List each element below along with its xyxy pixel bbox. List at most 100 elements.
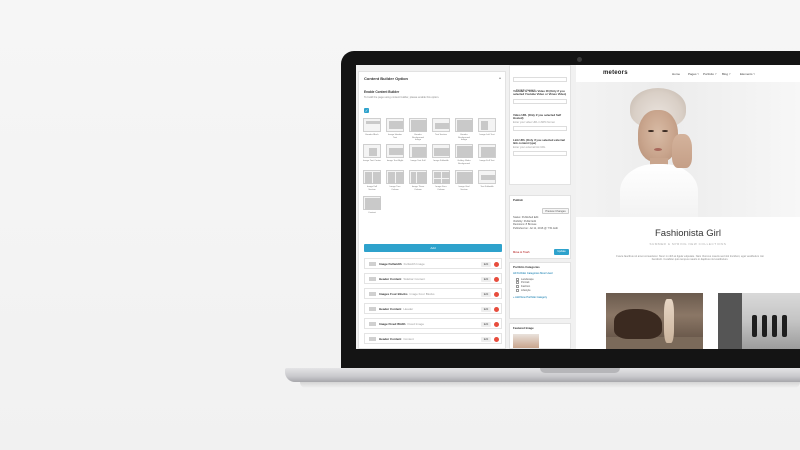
layout-block	[442, 178, 450, 184]
hero-dress	[620, 164, 698, 217]
layout-option[interactable]: Image Four Column	[432, 170, 450, 191]
category-checkbox[interactable]	[516, 288, 519, 292]
row-name: Image Fixed Width Fixed Image	[379, 322, 424, 326]
row-drag-icon[interactable]	[369, 307, 376, 311]
builder-row[interactable]: Image Fullwidth Fullwidth Image Edit	[364, 258, 502, 269]
row-delete-icon[interactable]	[494, 337, 499, 342]
nav-item[interactable]: Home	[672, 72, 680, 76]
category-checkbox[interactable]	[516, 277, 519, 281]
row-name: Image Fullwidth Fullwidth Image	[379, 262, 425, 266]
layout-option[interactable]: Image Header Text	[386, 118, 404, 139]
layout-thumbnail	[386, 144, 404, 158]
layout-block	[422, 172, 427, 184]
move-to-trash-link[interactable]: Move to Trash	[513, 251, 529, 254]
layout-thumbnail	[432, 170, 450, 184]
layout-option[interactable]: Content	[363, 196, 381, 215]
builder-row[interactable]: Images Four Blocks Image Four Blocks Edit	[364, 288, 502, 299]
layout-label: Content	[368, 212, 376, 214]
layout-label: Image Fullwidth	[433, 160, 449, 162]
featured-thumbnail[interactable]	[513, 334, 539, 349]
collapse-arrow-icon[interactable]: ▴	[499, 75, 501, 80]
layout-label: Image Header Text	[388, 134, 402, 139]
layout-option[interactable]: Header Block	[363, 118, 381, 137]
add-button[interactable]: Add	[364, 244, 502, 252]
layout-thumbnail	[455, 144, 473, 158]
layout-option[interactable]: Header Background Image	[409, 118, 427, 142]
camera-icon	[577, 57, 582, 62]
builder-row[interactable]: Header Content Content Edit	[364, 333, 502, 344]
row-delete-icon[interactable]	[494, 307, 499, 312]
layout-option[interactable]: Text Fullwidth	[478, 170, 496, 189]
layout-option[interactable]: Text Section	[432, 118, 450, 137]
nav-item[interactable]: Blog ˅	[722, 72, 731, 76]
layout-option[interactable]: Image Text Center	[363, 144, 381, 163]
layout-thumbnail	[455, 118, 473, 132]
add-category-link[interactable]: + Add New Portfolio Category	[513, 296, 567, 299]
layout-block	[388, 172, 395, 184]
update-button[interactable]: Update	[554, 249, 569, 255]
row-sub: Fullwidth Image	[403, 262, 425, 266]
layout-thumbnail	[363, 170, 381, 184]
layout-option[interactable]: Image Full Section	[363, 170, 381, 191]
enable-hint: To build the page using content builder,…	[364, 96, 440, 99]
enable-checkbox[interactable]: ✓	[364, 108, 369, 113]
row-drag-icon[interactable]	[369, 337, 376, 341]
category-item[interactable]: Lifestyle	[516, 288, 567, 293]
gallery-image-horse[interactable]	[606, 293, 703, 349]
layout-option[interactable]: Header Background Image	[455, 118, 473, 142]
nav-item[interactable]: Elements ˅	[740, 72, 755, 76]
layout-option[interactable]: Image Grid Section	[455, 170, 473, 191]
preview-changes-button[interactable]: Preview Changes	[542, 208, 569, 214]
builder-row[interactable]: Image Fixed Width Fixed Image Edit	[364, 318, 502, 329]
layout-thumbnail	[478, 118, 496, 132]
layout-label: Gallery Slider Background	[457, 160, 471, 165]
row-edit-button[interactable]: Edit	[481, 277, 491, 282]
layout-block	[396, 172, 404, 184]
row-edit-button[interactable]: Edit	[481, 307, 491, 312]
layout-option[interactable]: Image Three Column	[409, 170, 427, 191]
layout-option[interactable]: Image Two Column	[386, 170, 404, 191]
layout-block	[434, 148, 450, 156]
row-delete-icon[interactable]	[494, 292, 499, 297]
row-drag-icon[interactable]	[369, 322, 376, 326]
row-drag-icon[interactable]	[369, 292, 376, 296]
type-select[interactable]: Portfolio Content	[513, 77, 567, 92]
layout-option[interactable]: Image Full Text	[478, 144, 496, 163]
row-delete-icon[interactable]	[494, 262, 499, 267]
row-drag-icon[interactable]	[369, 262, 376, 266]
enable-label: Enable Content Builder	[364, 90, 400, 94]
category-checkbox[interactable]	[516, 281, 519, 285]
layout-option[interactable]: Image Left Text	[478, 118, 496, 137]
row-sub: Content	[403, 337, 414, 341]
layout-option[interactable]: Image Fullwidth	[432, 144, 450, 163]
gallery-image-street[interactable]	[718, 293, 800, 349]
layout-thumbnail	[363, 144, 381, 158]
post-text: Fusce faucibus sit amet consectetur. Nun…	[616, 255, 764, 262]
layout-block	[457, 120, 473, 132]
link-url-input[interactable]	[513, 151, 567, 157]
video-url-input[interactable]	[513, 126, 567, 132]
youtube-input[interactable]	[513, 98, 567, 104]
row-edit-button[interactable]: Edit	[481, 262, 491, 267]
category-checkbox[interactable]	[516, 285, 519, 288]
builder-row[interactable]: Header Content Header Edit	[364, 303, 502, 314]
link-url-label: Link URL (Only if you selected external …	[513, 138, 565, 146]
layout-option[interactable]: Image Text Full	[409, 144, 427, 163]
row-delete-icon[interactable]	[494, 277, 499, 282]
nav-item[interactable]: Portfolio ˅	[703, 72, 717, 76]
builder-row[interactable]: Header Content Sidebar Content Edit	[364, 273, 502, 284]
site-logo[interactable]: meteors	[603, 70, 628, 76]
row-drag-icon[interactable]	[369, 277, 376, 281]
hero-hand	[672, 134, 692, 168]
row-sub: Fixed Image	[407, 322, 424, 326]
row-delete-icon[interactable]	[494, 322, 499, 327]
categories-tabs[interactable]: All Portfolio Categories Most Used	[513, 272, 567, 275]
row-sub: Header	[403, 307, 414, 311]
row-edit-button[interactable]: Edit	[481, 292, 491, 297]
layout-option[interactable]: Image Text Right	[386, 144, 404, 163]
row-edit-button[interactable]: Edit	[481, 337, 491, 342]
nav-item[interactable]: Pages ˅	[688, 72, 699, 76]
layout-option[interactable]: Gallery Slider Background	[455, 144, 473, 165]
row-edit-button[interactable]: Edit	[481, 322, 491, 327]
layout-label: Header Block	[365, 134, 379, 136]
